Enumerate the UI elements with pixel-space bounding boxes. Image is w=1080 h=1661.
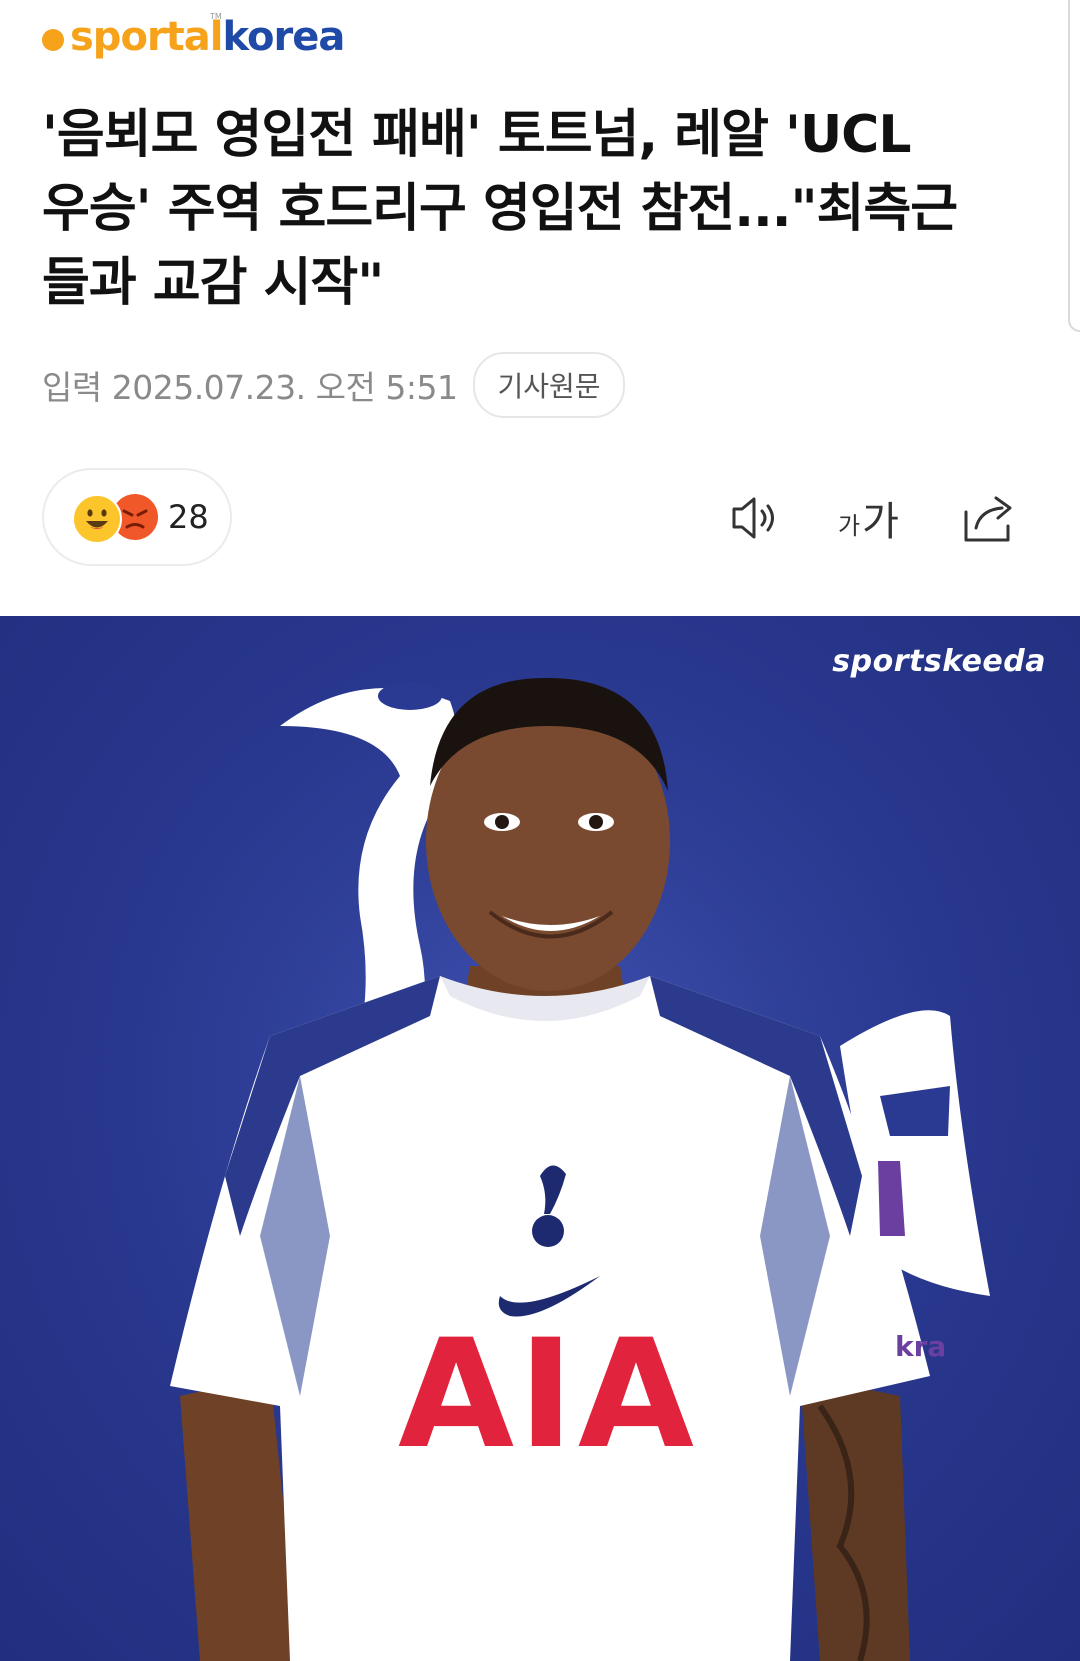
article-headline: '음뵈모 영입전 패배' 토트넘, 레알 'UCL 우승' 주역 호드리구 영입… xyxy=(42,98,1042,320)
headline-line: '음뵈모 영입전 패배' 토트넘, 레알 'UCL xyxy=(42,105,911,165)
reaction-emojis xyxy=(72,492,164,544)
font-size-big-label: 가 xyxy=(862,499,899,545)
logo-dot-icon xyxy=(42,29,64,51)
headline-line: 들과 교감 시작" xyxy=(42,253,384,313)
article-page: sportal korea TM '음뵈모 영입전 패배' 토트넘, 레알 'U… xyxy=(0,0,1080,1661)
svg-text:AIA: AIA xyxy=(398,1308,698,1482)
svg-text:kra: kra xyxy=(895,1330,946,1363)
site-logo[interactable]: sportal korea TM xyxy=(42,12,345,62)
scroll-indicator[interactable] xyxy=(1068,0,1080,332)
article-hero-image: AIA kra sportskeeda xyxy=(0,616,1080,1661)
reaction-count: 28 xyxy=(168,498,209,536)
happy-face-icon xyxy=(72,494,122,544)
article-meta: 입력 2025.07.23. 오전 5:51 기사원문 xyxy=(42,352,625,418)
logo-trademark: TM xyxy=(210,12,222,21)
headline-line: 우승' 주역 호드리구 영입전 참전..."최측근 xyxy=(42,179,958,239)
font-size-icon[interactable]: 가 가 xyxy=(838,488,899,548)
logo-text-korea: korea xyxy=(222,14,345,60)
font-size-small-label: 가 xyxy=(838,512,861,540)
logo-text-sportal: sportal xyxy=(70,14,223,60)
original-article-button[interactable]: 기사원문 xyxy=(473,352,625,418)
reaction-button[interactable]: 28 xyxy=(42,468,232,566)
image-watermark: sportskeeda xyxy=(832,644,1046,679)
player-photo-illustration: AIA kra xyxy=(0,616,1080,1661)
speaker-icon[interactable] xyxy=(726,486,790,550)
published-date: 입력 2025.07.23. 오전 5:51 xyxy=(42,368,458,407)
share-icon[interactable] xyxy=(956,486,1020,550)
